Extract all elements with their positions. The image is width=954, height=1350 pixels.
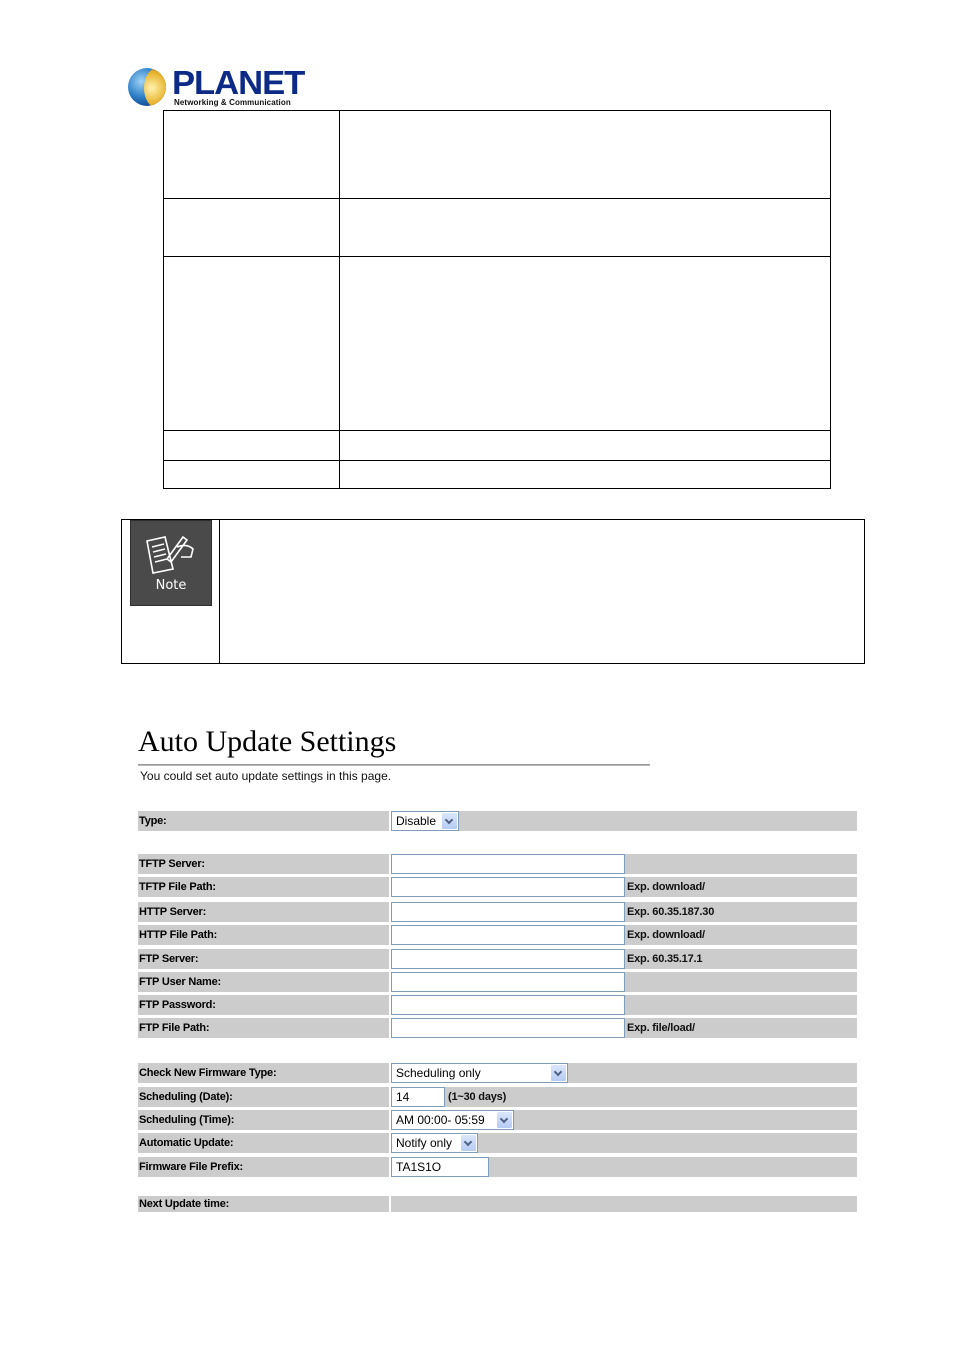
- http-file-path-input[interactable]: [391, 925, 625, 945]
- automatic-update-select[interactable]: Notify only: [391, 1133, 478, 1153]
- scheduling-time-label: Scheduling (Time):: [138, 1110, 389, 1130]
- note-label: Note: [155, 578, 187, 593]
- table-row: [163, 460, 831, 489]
- http-server-input[interactable]: [391, 902, 625, 922]
- ftp-file-path-row: FTP File Path: Exp. file/load/: [138, 1018, 857, 1038]
- scheduling-date-label: Scheduling (Date):: [138, 1087, 389, 1107]
- http-file-path-row: HTTP File Path: Exp. download/: [138, 925, 857, 945]
- check-firmware-type-value: Scheduling only: [396, 1066, 481, 1080]
- http-file-path-label: HTTP File Path:: [138, 925, 389, 945]
- http-file-path-hint: Exp. download/: [627, 929, 705, 941]
- ftp-user-name-row: FTP User Name:: [138, 972, 857, 992]
- tftp-server-input[interactable]: [391, 854, 625, 874]
- scheduling-time-value: AM 00:00- 05:59: [396, 1113, 485, 1127]
- brand-tagline: Networking & Communication: [174, 98, 291, 107]
- table-row: [163, 110, 831, 199]
- http-server-label: HTTP Server:: [138, 902, 389, 922]
- ftp-file-path-input[interactable]: [391, 1018, 625, 1038]
- http-server-hint: Exp. 60.35.187.30: [627, 906, 715, 918]
- ftp-user-name-label: FTP User Name:: [138, 972, 389, 992]
- scheduling-time-row: Scheduling (Time): AM 00:00- 05:59: [138, 1110, 857, 1130]
- ftp-user-name-input[interactable]: [391, 972, 625, 992]
- ftp-password-row: FTP Password:: [138, 995, 857, 1015]
- chevron-down-icon[interactable]: [461, 1135, 476, 1151]
- firmware-prefix-label: Firmware File Prefix:: [138, 1157, 389, 1177]
- check-firmware-type-select[interactable]: Scheduling only: [391, 1063, 568, 1083]
- planet-logo: PLANET Networking & Communication: [128, 66, 305, 110]
- automatic-update-label: Automatic Update:: [138, 1133, 389, 1153]
- parameter-table: [163, 110, 831, 489]
- ftp-password-input[interactable]: [391, 995, 625, 1015]
- automatic-update-row: Automatic Update: Notify only: [138, 1133, 857, 1153]
- http-server-row: HTTP Server: Exp. 60.35.187.30: [138, 902, 857, 922]
- title-divider: [138, 764, 650, 766]
- check-firmware-type-row: Check New Firmware Type: Scheduling only: [138, 1063, 857, 1083]
- note-box: Note: [121, 519, 865, 664]
- scheduling-date-hint: (1~30 days): [448, 1091, 507, 1103]
- type-row: Type: Disable: [138, 811, 857, 831]
- type-label: Type:: [138, 811, 389, 831]
- tftp-server-label: TFTP Server:: [138, 854, 389, 874]
- ftp-file-path-label: FTP File Path:: [138, 1018, 389, 1038]
- tftp-file-path-input[interactable]: [391, 877, 625, 897]
- note-divider: [219, 520, 220, 663]
- chevron-down-icon[interactable]: [442, 813, 457, 829]
- note-pencil-icon: Note: [130, 520, 212, 606]
- note-pencil-glyph-icon: [146, 535, 194, 574]
- next-update-row: Next Update time:: [138, 1196, 857, 1212]
- check-firmware-type-label: Check New Firmware Type:: [138, 1063, 389, 1083]
- firmware-prefix-input[interactable]: TA1S1O: [391, 1157, 489, 1177]
- type-select-value: Disable: [396, 814, 437, 828]
- brand-name: PLANET: [172, 64, 305, 101]
- ftp-file-path-hint: Exp. file/load/: [627, 1022, 695, 1034]
- table-row: [163, 198, 831, 257]
- ftp-password-label: FTP Password:: [138, 995, 389, 1015]
- chevron-down-icon[interactable]: [497, 1112, 512, 1128]
- ftp-server-label: FTP Server:: [138, 949, 389, 969]
- tftp-file-path-label: TFTP File Path:: [138, 877, 389, 897]
- page-title: Auto Update Settings: [138, 725, 397, 758]
- scheduling-date-row: Scheduling (Date): 14 (1~30 days): [138, 1087, 857, 1107]
- ftp-server-input[interactable]: [391, 949, 625, 969]
- globe-logo-icon: [128, 68, 166, 106]
- next-update-value: [391, 1196, 857, 1212]
- tftp-file-path-hint: Exp. download/: [627, 881, 705, 893]
- tftp-file-path-row: TFTP File Path: Exp. download/: [138, 877, 857, 897]
- table-row: [163, 256, 831, 431]
- type-select[interactable]: Disable: [391, 811, 459, 831]
- chevron-down-icon[interactable]: [551, 1065, 566, 1081]
- table-row: [163, 430, 831, 461]
- scheduling-time-select[interactable]: AM 00:00- 05:59: [391, 1110, 514, 1130]
- scheduling-date-input[interactable]: 14: [391, 1087, 445, 1107]
- ftp-server-row: FTP Server: Exp. 60.35.17.1: [138, 949, 857, 969]
- tftp-server-row: TFTP Server:: [138, 854, 857, 874]
- ftp-server-hint: Exp. 60.35.17.1: [627, 953, 703, 965]
- next-update-label: Next Update time:: [138, 1196, 389, 1212]
- page-description: You could set auto update settings in th…: [140, 769, 392, 783]
- automatic-update-value: Notify only: [396, 1136, 453, 1150]
- firmware-prefix-row: Firmware File Prefix: TA1S1O: [138, 1157, 857, 1177]
